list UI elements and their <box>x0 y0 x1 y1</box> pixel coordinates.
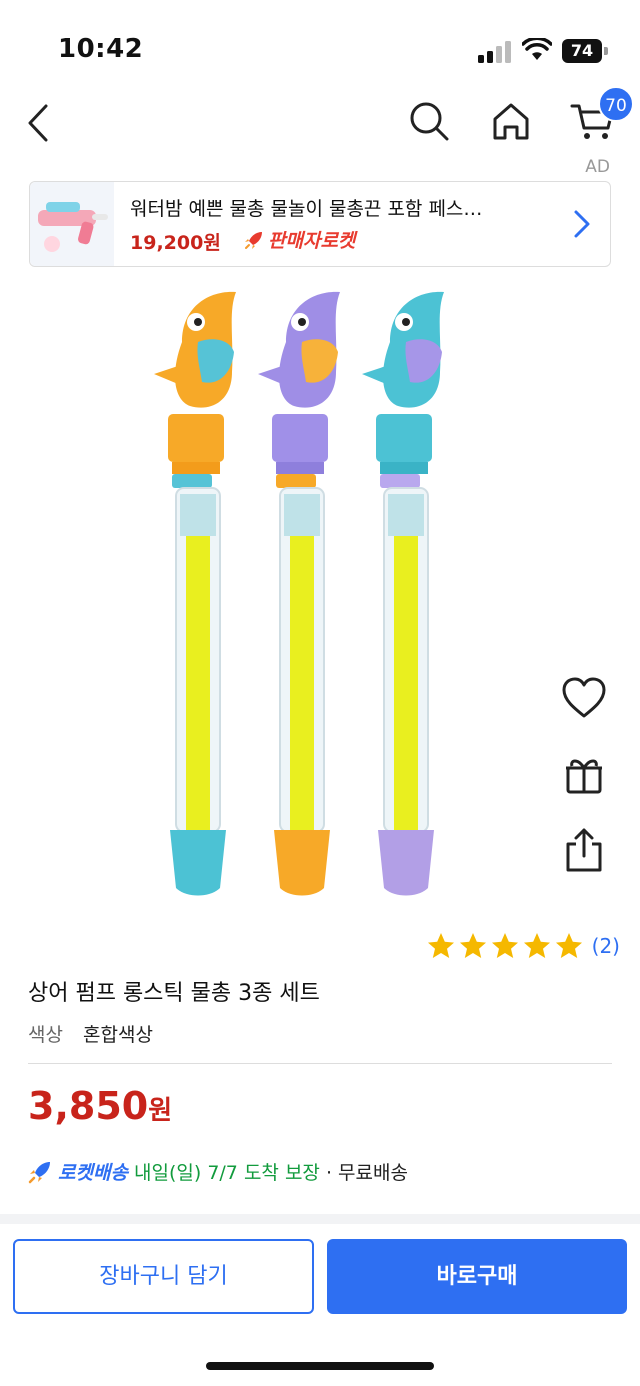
option-value: 혼합색상 <box>83 1024 153 1046</box>
free-shipping-label: 무료배송 <box>338 1162 408 1184</box>
purple-shark-water-gun <box>258 291 340 896</box>
ad-title: 워터밤 예쁜 물총 물놀이 물총끈 포함 페스… <box>130 198 483 220</box>
search-icon[interactable] <box>408 100 450 142</box>
back-chevron-icon[interactable] <box>24 102 54 144</box>
delivery-separator: · <box>319 1162 339 1184</box>
status-bar: 10:42 74 <box>0 0 640 96</box>
price-amount: 3,850 <box>28 1084 149 1128</box>
battery-level: 74 <box>562 39 602 63</box>
star-icon <box>555 933 582 958</box>
product-title: 상어 펌프 롱스틱 물총 3종 세트 <box>28 981 320 1006</box>
add-to-cart-button[interactable]: 장바구니 담기 <box>13 1239 314 1314</box>
home-icon[interactable] <box>490 100 532 142</box>
chevron-right-icon[interactable] <box>572 208 592 240</box>
ad-banner[interactable]: 워터밤 예쁜 물총 물놀이 물총끈 포함 페스… 19,200원 판매자로켓 <box>29 181 611 267</box>
delivery-date: 내일(일) 7/7 도착 보장 <box>134 1162 320 1184</box>
rating[interactable]: (2) <box>426 930 620 962</box>
rocket-icon <box>28 1162 50 1184</box>
rating-count: (2) <box>591 934 620 958</box>
star-icon <box>491 933 518 958</box>
gift-icon[interactable] <box>560 750 608 798</box>
top-nav: 70 <box>0 86 640 156</box>
rocket-icon <box>245 232 262 249</box>
wifi-icon <box>522 38 552 60</box>
ad-seller-rocket-badge: 판매자로켓 <box>244 226 355 253</box>
option-label: 색상 <box>28 1024 63 1046</box>
home-indicator <box>206 1362 434 1370</box>
share-icon[interactable] <box>560 826 608 874</box>
buy-now-button[interactable]: 바로구매 <box>327 1239 627 1314</box>
ad-rocket-label: 판매자로켓 <box>268 230 356 252</box>
status-time: 10:42 <box>58 34 144 64</box>
product-price: 3,850원 <box>28 1084 172 1128</box>
cellular-signal-icon <box>478 41 511 63</box>
ad-thumbnail-image <box>30 182 114 266</box>
section-divider <box>0 1214 640 1224</box>
divider <box>28 1063 612 1064</box>
star-icon <box>523 933 550 958</box>
rocket-delivery-label: 로켓배송 <box>58 1162 128 1184</box>
ad-price: 19,200원 <box>130 232 221 254</box>
product-image[interactable] <box>120 282 460 902</box>
orange-shark-water-gun <box>154 291 236 896</box>
teal-shark-water-gun <box>362 291 444 896</box>
ad-label: AD <box>585 157 610 177</box>
rating-stars <box>426 931 586 961</box>
heart-icon[interactable] <box>560 674 608 722</box>
price-unit: 원 <box>148 1096 173 1126</box>
battery-icon: 74 <box>562 39 608 63</box>
star-icon <box>427 933 454 958</box>
star-icon <box>459 933 486 958</box>
cart-count-badge: 70 <box>598 86 634 122</box>
option-row[interactable]: 색상 혼합색상 <box>28 1020 153 1047</box>
delivery-info: 로켓배송 내일(일) 7/7 도착 보장 · 무료배송 <box>28 1158 408 1185</box>
